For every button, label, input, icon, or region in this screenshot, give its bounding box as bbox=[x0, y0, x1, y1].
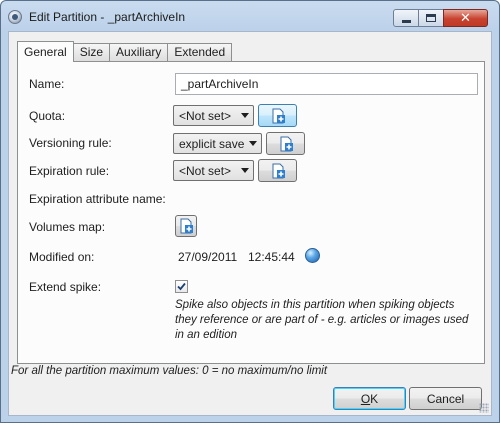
quota-select-value: <Not set> bbox=[179, 108, 232, 123]
window-title: Edit Partition - _partArchiveIn bbox=[29, 10, 186, 24]
expiration-rule-value: <Not set> bbox=[179, 163, 232, 178]
maximize-button[interactable] bbox=[418, 9, 444, 27]
edit-expiration-rule-button[interactable] bbox=[258, 159, 297, 182]
edit-versioning-rule-button[interactable] bbox=[266, 132, 305, 155]
maximum-values-note: For all the partition maximum values: 0 … bbox=[11, 365, 328, 377]
expiration-rule-select[interactable]: <Not set> bbox=[173, 160, 254, 181]
tab-size[interactable]: Size bbox=[72, 43, 111, 62]
expiration-attribute-name-label: Expiration attribute name: bbox=[29, 192, 166, 206]
ok-button[interactable]: OK bbox=[333, 387, 406, 410]
tab-general[interactable]: General bbox=[17, 41, 74, 62]
document-add-icon bbox=[280, 136, 293, 151]
resize-grip[interactable] bbox=[479, 403, 489, 413]
quota-select[interactable]: <Not set> bbox=[173, 105, 254, 126]
document-add-icon bbox=[180, 218, 193, 234]
tab-auxiliary[interactable]: Auxiliary bbox=[109, 43, 169, 62]
cancel-button[interactable]: Cancel bbox=[409, 387, 482, 410]
versioning-rule-select[interactable]: explicit save bbox=[173, 133, 262, 154]
dialog-client-area: General Size Auxiliary Extended Name: _p… bbox=[8, 31, 492, 416]
chevron-down-icon bbox=[241, 113, 249, 118]
modified-date: 27/09/2011 bbox=[178, 250, 238, 264]
app-icon bbox=[8, 10, 22, 24]
document-add-icon bbox=[272, 163, 285, 178]
ok-label-rest: K bbox=[370, 391, 379, 406]
chevron-down-icon bbox=[249, 141, 257, 146]
extend-spike-label: Extend spike: bbox=[29, 280, 102, 294]
extend-spike-note: Spike also objects in this partition whe… bbox=[175, 299, 469, 341]
extend-spike-checkbox[interactable] bbox=[175, 280, 188, 293]
expiration-rule-label: Expiration rule: bbox=[29, 164, 110, 178]
tab-extended[interactable]: Extended bbox=[167, 43, 233, 62]
close-button[interactable]: ✕ bbox=[443, 9, 488, 27]
modified-on-label: Modified on: bbox=[29, 250, 95, 264]
name-label: Name: bbox=[29, 77, 65, 91]
checkmark-icon bbox=[177, 282, 186, 291]
quota-label: Quota: bbox=[29, 109, 66, 123]
general-tab-panel: Name: _partArchiveIn Quota: <Not set> Ve… bbox=[17, 61, 485, 364]
chevron-down-icon bbox=[241, 168, 249, 173]
tab-strip: General Size Auxiliary Extended bbox=[17, 41, 233, 62]
volumes-map-label: Volumes map: bbox=[29, 220, 106, 234]
ok-mnemonic: O bbox=[360, 391, 371, 406]
edit-partition-window: Edit Partition - _partArchiveIn ✕ Genera… bbox=[0, 0, 500, 423]
name-input[interactable]: _partArchiveIn bbox=[175, 73, 478, 95]
edit-quota-button[interactable] bbox=[258, 104, 297, 127]
globe-icon[interactable] bbox=[305, 248, 320, 263]
document-add-icon bbox=[272, 108, 285, 123]
maximize-icon bbox=[426, 14, 436, 22]
minimize-icon bbox=[401, 19, 411, 23]
close-icon: ✕ bbox=[460, 10, 471, 26]
versioning-rule-label: Versioning rule: bbox=[29, 136, 112, 150]
versioning-rule-value: explicit save bbox=[179, 136, 245, 151]
minimize-button[interactable] bbox=[393, 9, 419, 27]
title-bar[interactable]: Edit Partition - _partArchiveIn ✕ bbox=[1, 1, 499, 31]
modified-time: 12:45:44 bbox=[248, 250, 295, 264]
edit-volumes-map-button[interactable] bbox=[175, 215, 197, 237]
